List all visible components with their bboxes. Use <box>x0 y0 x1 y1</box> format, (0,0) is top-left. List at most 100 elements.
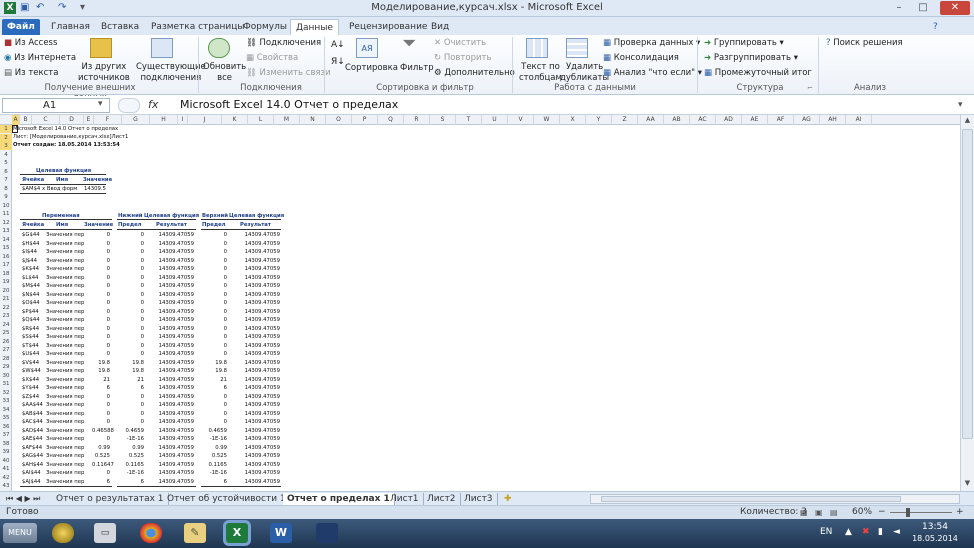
window-taskbar-icon[interactable] <box>316 523 338 543</box>
lower-limit[interactable]: 0 <box>122 282 144 290</box>
data-validation-button[interactable]: ▦ Проверка данных ▾ <box>603 38 700 49</box>
var-name[interactable]: Значения пер <box>46 257 84 265</box>
zoom-slider-thumb[interactable] <box>906 508 910 517</box>
var-name[interactable]: Значения пер <box>46 274 84 282</box>
var-name[interactable]: Значения пер <box>46 376 84 384</box>
column-header[interactable]: AA <box>638 115 664 125</box>
var-name[interactable]: Значения пер <box>46 359 84 367</box>
upper-limit[interactable]: 0 <box>205 316 227 324</box>
var-name[interactable]: Значения пер <box>46 265 84 273</box>
formula-content[interactable]: Microsoft Excel 14.0 Отчет о пределах <box>180 98 398 111</box>
column-header[interactable]: H <box>150 115 178 125</box>
help-icon[interactable]: ? <box>928 19 943 35</box>
upper-result[interactable]: 14309.47059 <box>236 282 280 290</box>
row-header[interactable]: 2 <box>0 133 12 142</box>
upper-result[interactable]: 14309.47059 <box>236 359 280 367</box>
lower-result[interactable]: 14309.47059 <box>152 478 194 486</box>
lower-limit[interactable]: 0 <box>122 350 144 358</box>
upper-limit[interactable]: -1E-16 <box>205 469 227 477</box>
upper-result[interactable]: 14309.47059 <box>236 350 280 358</box>
var-cell[interactable]: $K$44 <box>22 265 39 273</box>
var-value[interactable]: 6 <box>92 478 110 486</box>
objective-cell[interactable]: $AM$4 <box>22 185 40 193</box>
upper-limit[interactable]: 21 <box>205 376 227 384</box>
upper-result[interactable]: 14309.47059 <box>236 333 280 341</box>
lower-limit[interactable]: 0 <box>122 248 144 256</box>
column-header[interactable]: T <box>456 115 482 125</box>
report-sheet[interactable]: Лист: [Моделирование,курсач.xlsx]Лист1 <box>13 133 128 141</box>
lower-limit[interactable]: 0 <box>122 393 144 401</box>
objective-value[interactable]: 14309.5 <box>84 185 106 193</box>
tab-data[interactable]: Данные <box>290 19 339 35</box>
lower-limit[interactable]: 0 <box>122 401 144 409</box>
var-value[interactable]: 0 <box>92 342 110 350</box>
column-header[interactable]: C <box>32 115 60 125</box>
var-name[interactable]: Значения пер <box>46 478 84 486</box>
lower-result[interactable]: 14309.47059 <box>152 435 194 443</box>
upper-limit[interactable]: 0.1165 <box>205 461 227 469</box>
column-header[interactable]: A <box>12 115 20 125</box>
column-header[interactable]: O <box>326 115 352 125</box>
upper-result[interactable]: 14309.47059 <box>236 257 280 265</box>
horizontal-scrollbar[interactable] <box>590 494 960 504</box>
lower-result[interactable]: 14309.47059 <box>152 393 194 401</box>
upper-result[interactable]: 14309.47059 <box>236 393 280 401</box>
lower-limit[interactable]: 19.8 <box>122 359 144 367</box>
advanced-filter-button[interactable]: ⚙ Дополнительно <box>434 68 515 79</box>
tray-alert-icon[interactable]: ✖ <box>862 527 870 537</box>
clock-date[interactable]: 18.05.2014 <box>910 534 960 543</box>
report-title[interactable]: Microsoft Excel 14.0 Отчет о пределах <box>13 125 118 133</box>
lower-result[interactable]: 14309.47059 <box>152 333 194 341</box>
var-cell[interactable]: $T$44 <box>22 342 39 350</box>
lower-result[interactable]: 14309.47059 <box>152 325 194 333</box>
lower-result[interactable]: 14309.47059 <box>152 257 194 265</box>
lower-result[interactable]: 14309.47059 <box>152 367 194 375</box>
row-header[interactable]: 34 <box>0 406 12 414</box>
var-name[interactable]: Значения пер <box>46 461 84 469</box>
objective-name[interactable]: x Ввод форм <box>42 185 77 193</box>
column-header[interactable]: R <box>404 115 430 125</box>
lower-limit[interactable]: 0.4659 <box>122 427 144 435</box>
upper-limit[interactable]: 0 <box>205 333 227 341</box>
sort-za-icon[interactable]: Я↓ <box>331 57 345 68</box>
media-player-icon[interactable] <box>52 523 74 543</box>
var-value[interactable]: 0.11647 <box>92 461 114 469</box>
lower-limit[interactable]: 0 <box>122 257 144 265</box>
column-header[interactable]: E <box>84 115 94 125</box>
from-text-button[interactable]: ▤ Из текста <box>4 68 58 79</box>
var-value[interactable]: 0 <box>92 333 110 341</box>
column-header[interactable]: AG <box>794 115 820 125</box>
other-sources-button[interactable]: Из других источников <box>78 62 130 84</box>
row-header[interactable]: 22 <box>0 304 12 312</box>
upper-limit[interactable]: 0 <box>205 308 227 316</box>
var-name[interactable]: Значения пер <box>46 427 84 435</box>
var-name[interactable]: Значения пер <box>46 325 84 333</box>
column-header[interactable]: Y <box>586 115 612 125</box>
lower-result-col-header[interactable]: Результат <box>156 221 187 229</box>
var-value[interactable]: 0 <box>92 274 110 282</box>
tab-review[interactable]: Рецензирование <box>344 19 432 35</box>
row-header[interactable]: 15 <box>0 244 12 252</box>
column-header[interactable]: AE <box>742 115 768 125</box>
lower-result[interactable]: 14309.47059 <box>152 316 194 324</box>
var-name[interactable]: Значения пер <box>46 240 84 248</box>
var-name[interactable]: Значения пер <box>46 350 84 358</box>
column-header[interactable]: K <box>222 115 248 125</box>
upper-result[interactable]: 14309.47059 <box>236 367 280 375</box>
network-icon[interactable]: ▮ <box>878 527 883 537</box>
upper-limit[interactable]: 0 <box>205 342 227 350</box>
upper-limit[interactable]: 0 <box>205 248 227 256</box>
var-value[interactable]: 0 <box>92 299 110 307</box>
upper-result[interactable]: 14309.47059 <box>236 316 280 324</box>
lower-result[interactable]: 14309.47059 <box>152 308 194 316</box>
tab-sheet-2[interactable]: Лист2 <box>423 493 461 505</box>
row-header[interactable]: 14 <box>0 236 12 244</box>
var-cell[interactable]: $AJ$44 <box>22 478 41 486</box>
zoom-slider[interactable] <box>890 512 952 513</box>
row-header[interactable]: 26 <box>0 338 12 346</box>
var-cell[interactable]: $W$44 <box>22 367 41 375</box>
lower-result[interactable]: 14309.47059 <box>152 384 194 392</box>
var-cell[interactable]: $L$44 <box>22 274 38 282</box>
var-cell[interactable]: $AE$44 <box>22 435 42 443</box>
column-header[interactable]: P <box>352 115 378 125</box>
